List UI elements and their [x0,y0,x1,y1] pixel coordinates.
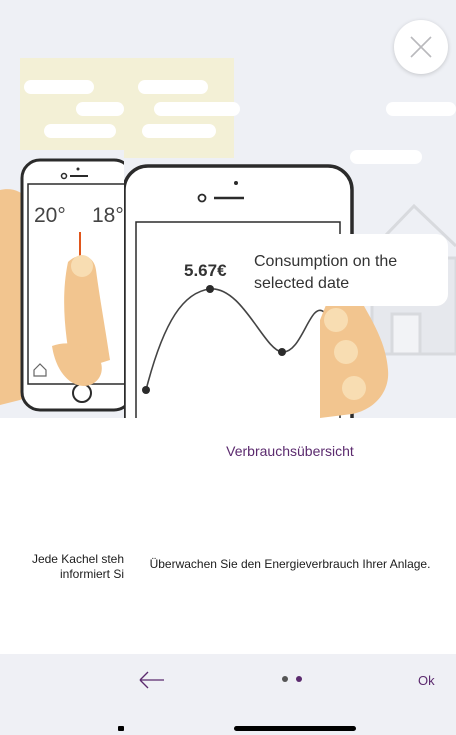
curve-point [142,386,150,394]
consumption-tooltip: Consumption on the selected date [228,234,448,306]
home-indicator [234,726,356,731]
current-slide: 5.67€ Consumption on the selected date [124,0,456,735]
fingertip-highlight [324,308,348,332]
page-indicator [282,676,302,682]
background-bar [386,102,456,116]
page-indicator-dot [282,676,288,682]
slide-title: Verbrauchsübersicht [226,443,354,459]
page-indicator-dot-active [296,676,302,682]
background-bar [44,124,116,138]
curve-point-selected [206,285,214,293]
close-icon [410,36,432,58]
ok-button[interactable]: Ok [418,673,435,688]
previous-temp-secondary: 18° [92,204,124,227]
previous-slide: 20° 18° Jede Kachel steh informiert Si [0,0,124,735]
tooltip-text-line-2: selected date [254,275,349,292]
arrow-left-icon [139,671,164,689]
knuckle-highlight [342,376,366,400]
background-bar [24,80,94,94]
background-bar [350,150,422,164]
consumption-value: 5.67€ [184,261,227,280]
background-bar [76,102,124,116]
tooltip-text-line-1: Consumption on the [254,253,397,270]
previous-caption-line-2: informiert Si [59,567,124,581]
previous-home-indicator [118,726,124,731]
background-bar [154,102,240,116]
previous-slide-artwork: 20° 18° [0,58,124,412]
knuckle-highlight [334,340,358,364]
previous-slide-caption: Jede Kachel steh informiert Si [10,552,124,582]
previous-slide-illustration: 20° 18° [0,0,124,418]
curve-point [278,348,286,356]
close-button[interactable] [394,20,448,74]
background-bar [142,124,216,138]
bottom-navigation-bar [0,654,456,735]
back-button[interactable] [136,668,168,692]
previous-temp-primary: 20° [34,204,66,227]
previous-caption-line-1: Jede Kachel steh [31,552,124,566]
slide-description: Überwachen Sie den Energieverbrauch Ihre… [149,557,431,571]
fingertip-highlight [71,255,93,277]
background-bar [138,80,208,94]
